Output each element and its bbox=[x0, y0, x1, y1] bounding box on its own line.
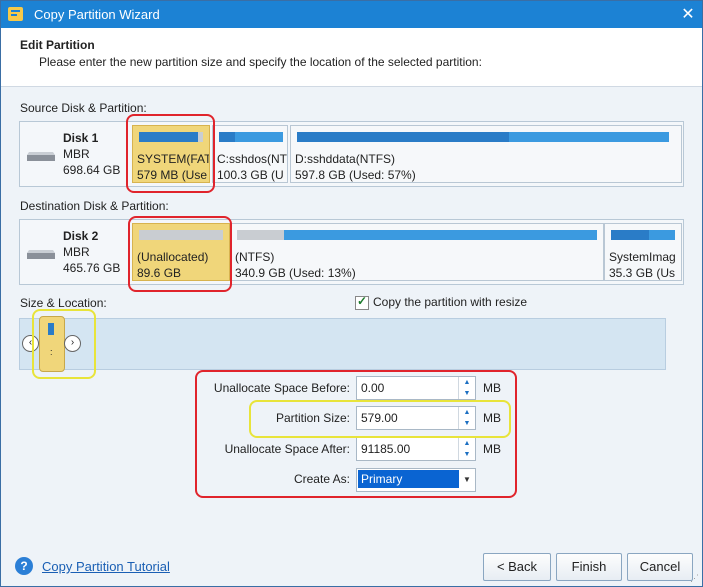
back-button[interactable]: < Back bbox=[483, 553, 551, 581]
destination-partition-highlight bbox=[128, 216, 232, 292]
usage-bar bbox=[611, 230, 675, 240]
location-handle-highlight bbox=[32, 309, 96, 379]
source-disk-row: Disk 1 MBR 698.64 GB SYSTEM(FAT 579 MB (… bbox=[19, 121, 684, 187]
wizard-footer: ? Copy Partition Tutorial < Back Finish … bbox=[1, 542, 702, 586]
source-disk-name: Disk 1 bbox=[63, 131, 99, 145]
title-bar: Copy Partition Wizard ✕ bbox=[1, 1, 702, 28]
partition-size: 100.3 GB (U bbox=[217, 168, 284, 182]
destination-disk-size: 465.76 GB bbox=[63, 261, 121, 275]
destination-disk-name: Disk 2 bbox=[63, 229, 99, 243]
finish-button[interactable]: Finish bbox=[556, 553, 622, 581]
source-partition-c[interactable]: C:sshdos(NT 100.3 GB (U bbox=[212, 125, 288, 183]
partition-size: 35.3 GB (Us bbox=[609, 266, 676, 280]
copy-with-resize-label: Copy the partition with resize bbox=[373, 295, 528, 309]
resize-grip-icon[interactable]: ⋰ bbox=[690, 573, 699, 584]
copy-partition-wizard-window: Copy Partition Wizard ✕ Edit Partition P… bbox=[0, 0, 703, 587]
partition-size: 597.8 GB (Used: 57%) bbox=[295, 168, 416, 182]
size-location-label: Size & Location: bbox=[20, 296, 107, 310]
partition-size-highlight bbox=[249, 400, 511, 438]
source-disk-info[interactable]: Disk 1 MBR 698.64 GB bbox=[20, 122, 125, 186]
partition-label: D:sshddata(NTFS) bbox=[295, 152, 396, 166]
destination-section-label: Destination Disk & Partition: bbox=[20, 199, 169, 213]
cancel-button[interactable]: Cancel bbox=[627, 553, 693, 581]
partition-label: (NTFS) bbox=[235, 250, 275, 264]
destination-partition-systemimage[interactable]: SystemImag 35.3 GB (Us bbox=[604, 223, 682, 281]
help-icon[interactable]: ? bbox=[15, 557, 33, 575]
close-icon[interactable]: ✕ bbox=[674, 1, 702, 28]
page-subtitle: Please enter the new partition size and … bbox=[39, 55, 482, 69]
source-partition-d[interactable]: D:sshddata(NTFS) 597.8 GB (Used: 57%) bbox=[290, 125, 682, 183]
destination-disk-row: Disk 2 MBR 465.76 GB (Unallocated) 89.6 … bbox=[19, 219, 684, 285]
wizard-header: Edit Partition Please enter the new part… bbox=[1, 28, 702, 86]
hard-drive-icon bbox=[27, 152, 55, 161]
partition-label: C:sshdos(NT bbox=[217, 152, 288, 166]
source-disk-size: 698.64 GB bbox=[63, 163, 121, 177]
copy-with-resize-checkbox[interactable]: ✓ bbox=[355, 294, 369, 310]
hard-drive-icon bbox=[27, 250, 55, 259]
usage-bar bbox=[219, 132, 283, 142]
source-partition-highlight bbox=[126, 114, 215, 193]
checkmark-icon: ✓ bbox=[357, 294, 368, 308]
tutorial-link[interactable]: Copy Partition Tutorial bbox=[42, 559, 170, 574]
source-section-label: Source Disk & Partition: bbox=[20, 101, 147, 115]
window-title: Copy Partition Wizard bbox=[34, 7, 160, 22]
usage-bar bbox=[237, 230, 597, 240]
source-disk-type: MBR bbox=[63, 147, 90, 161]
partition-location-track[interactable] bbox=[19, 318, 666, 370]
page-title: Edit Partition bbox=[20, 38, 95, 52]
partition-size: 340.9 GB (Used: 13%) bbox=[235, 266, 356, 280]
partition-label: SystemImag bbox=[609, 250, 676, 264]
wizard-app-icon bbox=[8, 7, 23, 21]
destination-partition-ntfs[interactable]: (NTFS) 340.9 GB (Used: 13%) bbox=[230, 223, 604, 281]
destination-disk-info[interactable]: Disk 2 MBR 465.76 GB bbox=[20, 220, 125, 284]
usage-bar bbox=[297, 132, 669, 142]
destination-disk-type: MBR bbox=[63, 245, 90, 259]
